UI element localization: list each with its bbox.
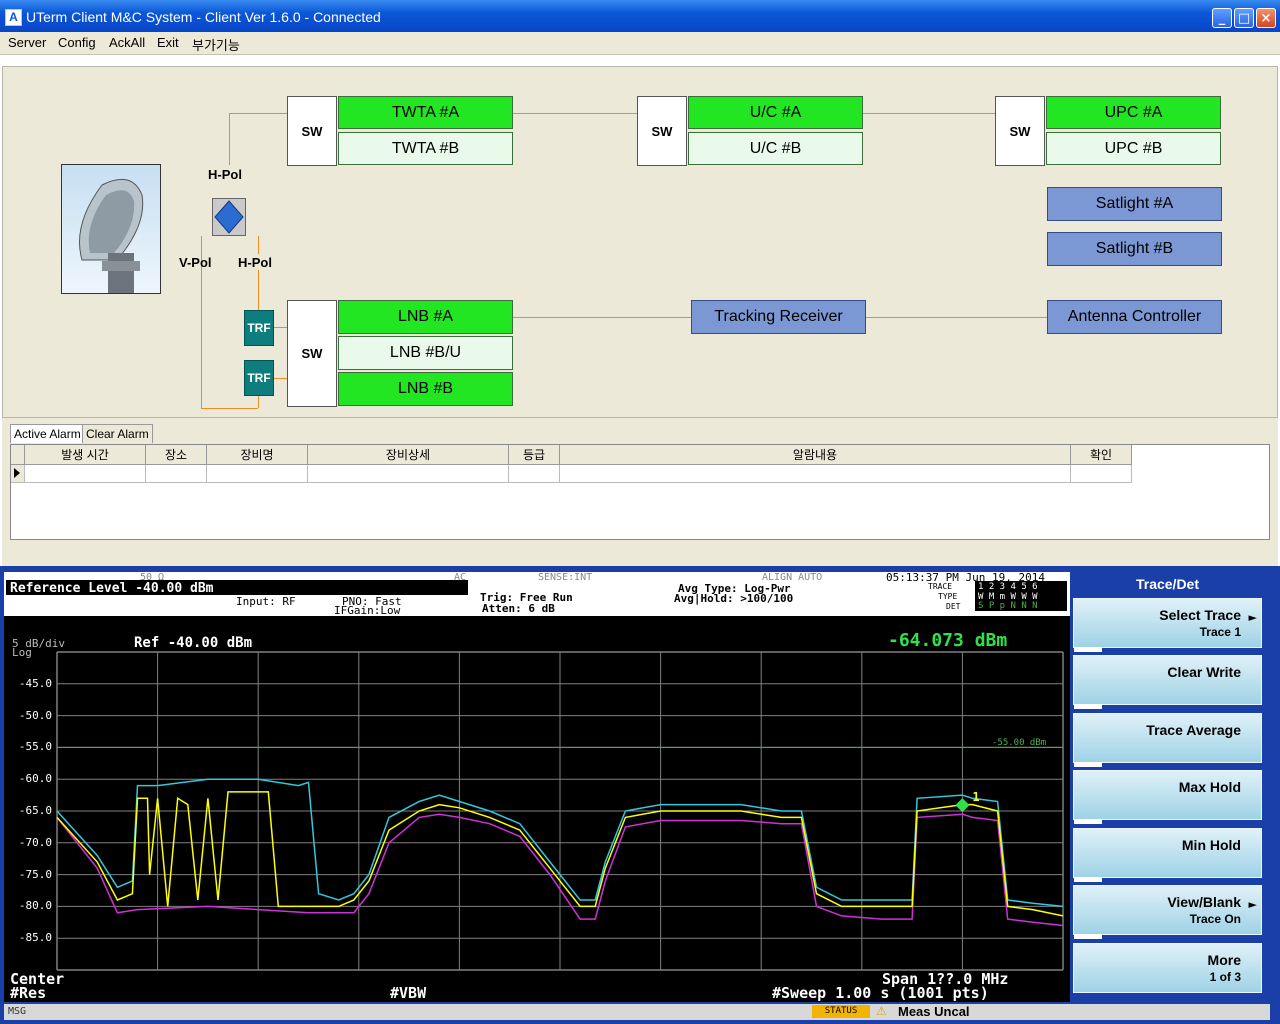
status-bar xyxy=(4,1004,1270,1020)
softkey-label: Min Hold xyxy=(1181,837,1241,853)
softkey-label: View/Blank xyxy=(1167,894,1241,910)
softkey-label: Trace Average xyxy=(1146,722,1241,738)
softkey-indicator xyxy=(1074,934,1102,939)
softkey-select-trace[interactable]: Select Trace Trace 1 ► xyxy=(1073,598,1262,652)
y-tick-label: -70.0 xyxy=(18,835,52,849)
vbw-label: #VBW xyxy=(390,984,427,1002)
plot-grid xyxy=(56,651,1064,971)
y-tick-label: -45.0 xyxy=(18,676,52,690)
softkey-min-hold[interactable]: Min Hold xyxy=(1073,828,1262,882)
softkey-trace-average[interactable]: Trace Average xyxy=(1073,713,1262,767)
softkey-clear-write[interactable]: Clear Write xyxy=(1073,655,1262,709)
msg-label: MSG xyxy=(8,1006,27,1017)
softkey-sublabel: Trace 1 xyxy=(1199,625,1241,639)
softkey-label: Max Hold xyxy=(1178,779,1241,795)
softkey-sublabel: 1 of 3 xyxy=(1209,970,1241,984)
y-tick-label: -65.0 xyxy=(18,804,52,817)
y-tick-label: -60.0 xyxy=(18,772,52,786)
marker-number: 1 xyxy=(972,790,979,804)
softkey-view-blank[interactable]: View/Blank Trace On ► xyxy=(1073,885,1262,939)
marker-diamond[interactable] xyxy=(955,798,970,813)
res-bw-label: #Res xyxy=(10,984,47,1002)
y-tick-label: -75.0 xyxy=(18,867,52,881)
softkey-title: Trace/Det xyxy=(1073,574,1262,594)
softkey-indicator xyxy=(1074,819,1102,824)
softkey-indicator xyxy=(1074,647,1102,652)
softkey-indicator xyxy=(1074,877,1102,882)
status-text: Meas Uncal xyxy=(898,1004,970,1019)
y-tick-label: -50.0 xyxy=(18,708,52,722)
y-tick-label: -85.0 xyxy=(18,931,52,945)
submenu-arrow-icon: ► xyxy=(1248,611,1257,624)
softkey-label: More xyxy=(1207,952,1241,968)
softkey-more[interactable]: More 1 of 3 xyxy=(1073,943,1262,993)
display-line-label: -55.00 dBm xyxy=(992,738,1047,748)
y-tick-label: -80.0 xyxy=(18,899,52,913)
submenu-arrow-icon: ► xyxy=(1248,898,1257,911)
softkey-max-hold[interactable]: Max Hold xyxy=(1073,770,1262,824)
softkey-label: Select Trace xyxy=(1159,607,1241,623)
softkey-indicator xyxy=(1074,704,1102,709)
sweep-label: #Sweep 1.00 s (1001 pts) xyxy=(772,984,989,1002)
warning-icon: ⚠ xyxy=(876,1004,887,1018)
status-badge: STATUS xyxy=(812,1005,870,1018)
y-tick-label: -55.0 xyxy=(18,740,52,754)
softkey-sublabel: Trace On xyxy=(1189,912,1241,926)
softkey-label: Clear Write xyxy=(1167,664,1241,680)
softkey-indicator xyxy=(1074,762,1102,767)
